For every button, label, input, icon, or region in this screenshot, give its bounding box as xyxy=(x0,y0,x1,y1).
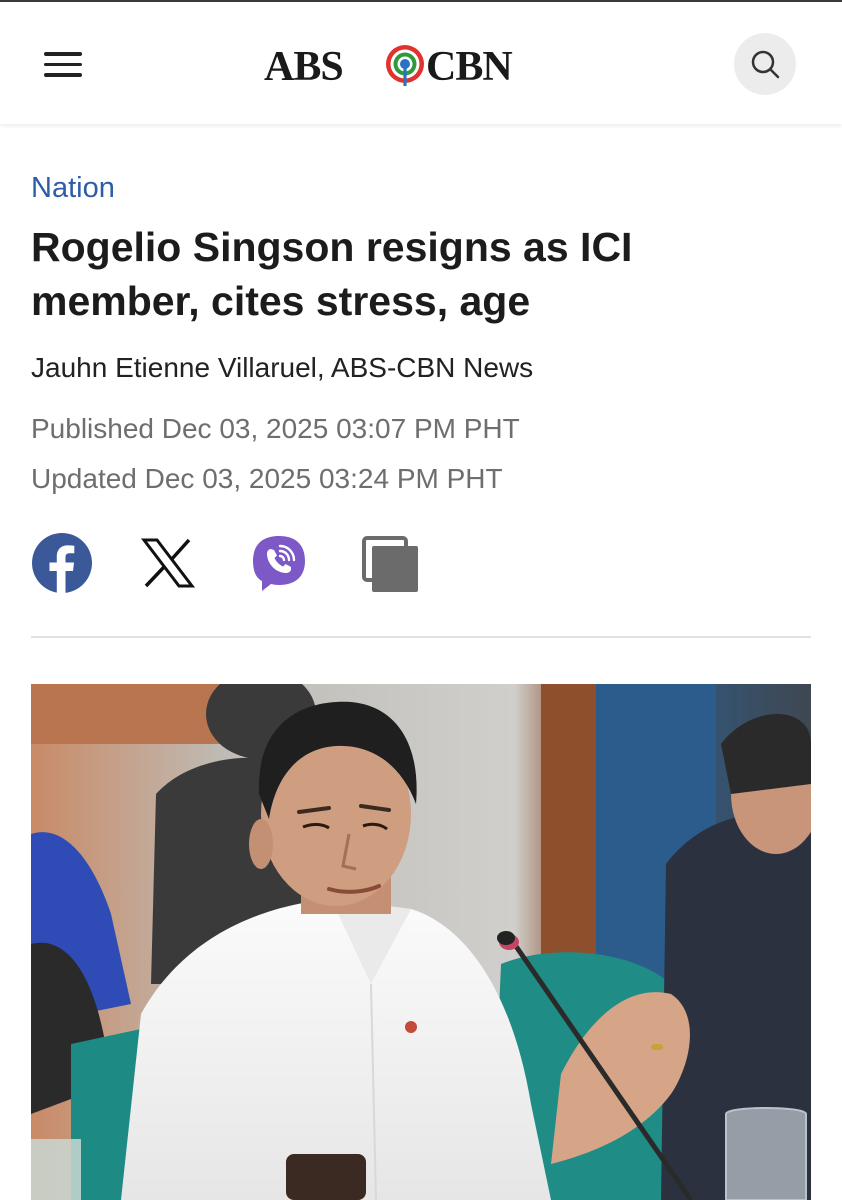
viber-icon[interactable] xyxy=(250,534,308,594)
menu-button[interactable] xyxy=(44,52,82,80)
hero-photo[interactable] xyxy=(31,684,811,1200)
copy-link-icon[interactable] xyxy=(362,536,420,594)
facebook-icon[interactable] xyxy=(31,532,93,594)
hamburger-icon-line xyxy=(44,52,82,56)
article-headline: Rogelio Singson resigns as ICI member, c… xyxy=(31,224,633,324)
svg-text:CBN: CBN xyxy=(426,44,512,88)
top-bar: ABS CBN xyxy=(0,0,842,124)
category-link[interactable]: Nation xyxy=(31,172,115,205)
x-icon[interactable] xyxy=(140,538,196,588)
hamburger-icon-line xyxy=(44,73,82,77)
abs-cbn-logo[interactable]: ABS CBN xyxy=(264,42,550,88)
updated-timestamp: Updated Dec 03, 2025 03:24 PM PHT xyxy=(31,463,503,494)
section-divider xyxy=(31,636,811,638)
author-byline[interactable]: Jauhn Etienne Villaruel, ABS-CBN News xyxy=(31,352,533,384)
logo-rgb-ring xyxy=(386,45,424,86)
published-timestamp: Published Dec 03, 2025 03:07 PM PHT xyxy=(31,413,520,444)
hamburger-icon-line xyxy=(44,62,82,66)
search-icon xyxy=(751,50,780,79)
svg-text:ABS: ABS xyxy=(264,44,343,88)
search-button[interactable] xyxy=(734,33,796,95)
